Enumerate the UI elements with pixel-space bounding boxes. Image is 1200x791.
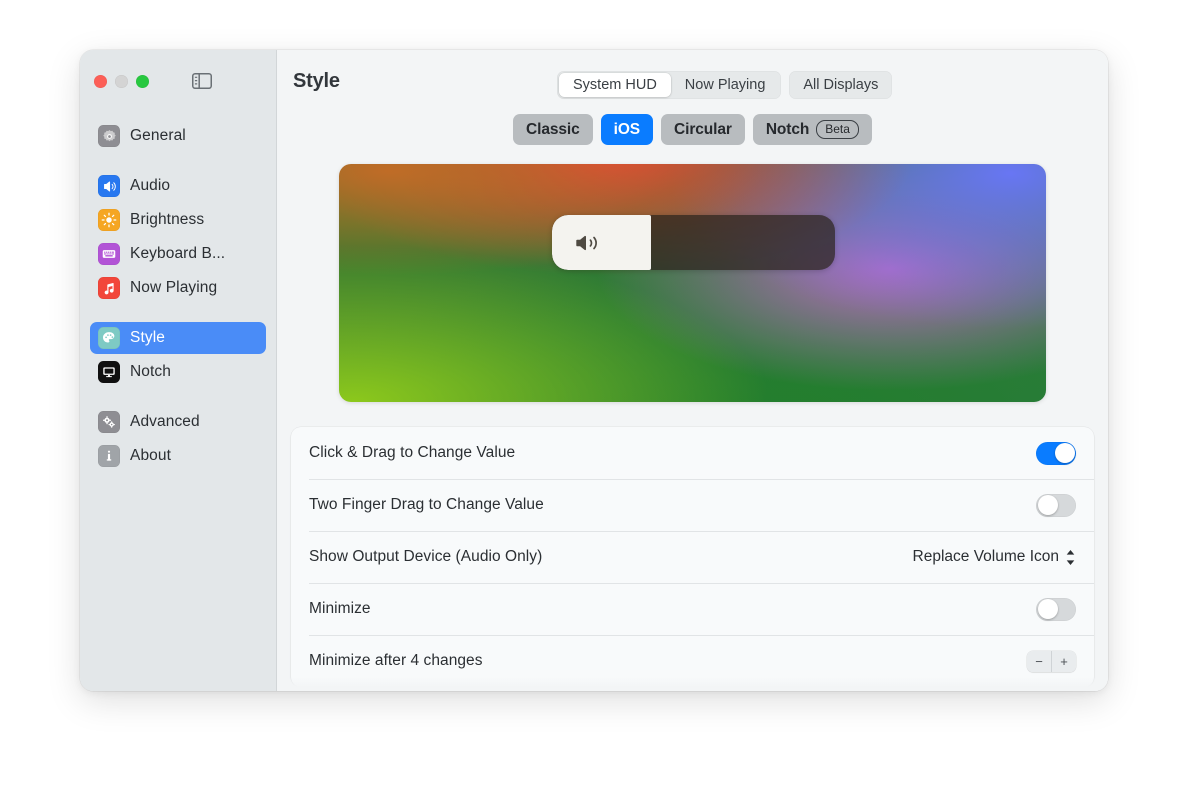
output-device-popup-button[interactable]: Replace Volume Icon — [913, 548, 1076, 566]
sidebar-item-keyboard-backlight[interactable]: Keyboard B... — [90, 238, 266, 270]
style-option-label: iOS — [614, 121, 640, 139]
style-option-label: Notch — [766, 121, 809, 139]
toggle-knob — [1055, 443, 1075, 463]
style-picker: Classic iOS Circular Notch Beta — [277, 114, 1108, 145]
sidebar-toggle-icon[interactable] — [189, 69, 215, 93]
setting-label: Show Output Device (Audio Only) — [309, 548, 542, 566]
sidebar-item-advanced[interactable]: Advanced — [90, 406, 266, 438]
sidebar-item-label: Now Playing — [130, 279, 217, 297]
sidebar: General Audio — [80, 50, 277, 691]
setting-row-show-output-device: Show Output Device (Audio Only) Replace … — [291, 531, 1094, 583]
beta-badge: Beta — [816, 120, 859, 139]
sidebar-item-label: Keyboard B... — [130, 245, 225, 263]
music-note-icon — [98, 277, 120, 299]
speaker-icon — [98, 175, 120, 197]
gears-glyph — [101, 414, 117, 430]
style-option-label: Classic — [526, 121, 580, 139]
sidebar-divider — [90, 390, 266, 406]
sidebar-item-label: Audio — [130, 177, 170, 195]
close-button[interactable] — [94, 75, 107, 88]
minimize-after-stepper[interactable]: − + — [1027, 651, 1076, 672]
segment-now-playing[interactable]: Now Playing — [671, 73, 780, 97]
speaker-volume-icon — [574, 231, 604, 255]
sun-glyph — [101, 212, 117, 228]
sidebar-item-style[interactable]: Style — [90, 322, 266, 354]
sidebar-item-label: Style — [130, 329, 165, 347]
header-controls: System HUD Now Playing All Displays — [557, 71, 892, 99]
settings-window: General Audio — [80, 50, 1108, 691]
sidebar-divider — [90, 306, 266, 322]
screen: General Audio — [0, 0, 1200, 791]
music-note-glyph — [102, 281, 117, 296]
traffic-lights — [94, 75, 149, 88]
two-finger-drag-toggle[interactable] — [1036, 494, 1076, 517]
settings-card: Click & Drag to Change Value Two Finger … — [291, 427, 1094, 687]
speaker-glyph — [102, 179, 117, 194]
speaker-volume-glyph — [574, 231, 604, 255]
setting-label: Click & Drag to Change Value — [309, 444, 515, 462]
info-icon — [98, 445, 120, 467]
minimize-button[interactable] — [115, 75, 128, 88]
sidebar-nav: General Audio — [80, 112, 276, 472]
segment-system-hud[interactable]: System HUD — [559, 73, 671, 97]
page-title: Style — [293, 70, 340, 93]
keyboard-icon — [98, 243, 120, 265]
hud-volume-slider[interactable] — [552, 215, 835, 270]
sidebar-item-brightness[interactable]: Brightness — [90, 204, 266, 236]
setting-label: Minimize after 4 changes — [309, 652, 483, 670]
sidebar-item-now-playing[interactable]: Now Playing — [90, 272, 266, 304]
zoom-button[interactable] — [136, 75, 149, 88]
sidebar-item-label: General — [130, 127, 186, 145]
setting-row-two-finger-drag: Two Finger Drag to Change Value — [291, 479, 1094, 531]
content-pane: Style System HUD Now Playing All Display… — [277, 50, 1108, 691]
setting-label: Minimize — [309, 600, 371, 618]
sidebar-item-label: Brightness — [130, 211, 204, 229]
sidebar-item-general[interactable]: General — [90, 120, 266, 152]
popup-value: Replace Volume Icon — [913, 548, 1059, 566]
setting-label: Two Finger Drag to Change Value — [309, 496, 544, 514]
sidebar-item-audio[interactable]: Audio — [90, 170, 266, 202]
sun-icon — [98, 209, 120, 231]
sidebar-item-label: About — [130, 447, 171, 465]
sidebar-item-label: Advanced — [130, 413, 200, 431]
keyboard-glyph — [101, 246, 117, 262]
stepper-decrement-button[interactable]: − — [1027, 651, 1051, 672]
style-option-ios[interactable]: iOS — [601, 114, 653, 145]
gear-glyph — [102, 129, 117, 144]
sidebar-item-label: Notch — [130, 363, 171, 381]
content-header: Style System HUD Now Playing All Display… — [277, 50, 1108, 112]
display-glyph — [101, 364, 117, 380]
toggle-knob — [1038, 599, 1058, 619]
hud-preview — [339, 164, 1046, 402]
sidebar-item-about[interactable]: About — [90, 440, 266, 472]
minimize-toggle[interactable] — [1036, 598, 1076, 621]
palette-icon — [98, 327, 120, 349]
info-glyph — [101, 448, 117, 464]
setting-row-minimize: Minimize — [291, 583, 1094, 635]
sidebar-divider — [90, 154, 266, 170]
setting-row-minimize-after-changes: Minimize after 4 changes − + — [291, 635, 1094, 687]
gears-icon — [98, 411, 120, 433]
toggle-knob — [1038, 495, 1058, 515]
click-drag-toggle[interactable] — [1036, 442, 1076, 465]
setting-row-click-drag: Click & Drag to Change Value — [291, 427, 1094, 479]
window-titlebar-left — [80, 50, 276, 112]
style-option-notch[interactable]: Notch Beta — [753, 114, 872, 145]
hud-mode-segmented-control[interactable]: System HUD Now Playing — [557, 71, 781, 99]
style-option-circular[interactable]: Circular — [661, 114, 745, 145]
palette-glyph — [101, 330, 117, 346]
sidebar-toggle-glyph — [192, 73, 212, 89]
sidebar-item-notch[interactable]: Notch — [90, 356, 266, 388]
chevron-up-down-icon — [1065, 549, 1076, 566]
gear-icon — [98, 125, 120, 147]
style-option-classic[interactable]: Classic — [513, 114, 593, 145]
stepper-increment-button[interactable]: + — [1051, 651, 1076, 672]
all-displays-button[interactable]: All Displays — [789, 71, 892, 99]
style-option-label: Circular — [674, 121, 732, 139]
display-icon — [98, 361, 120, 383]
